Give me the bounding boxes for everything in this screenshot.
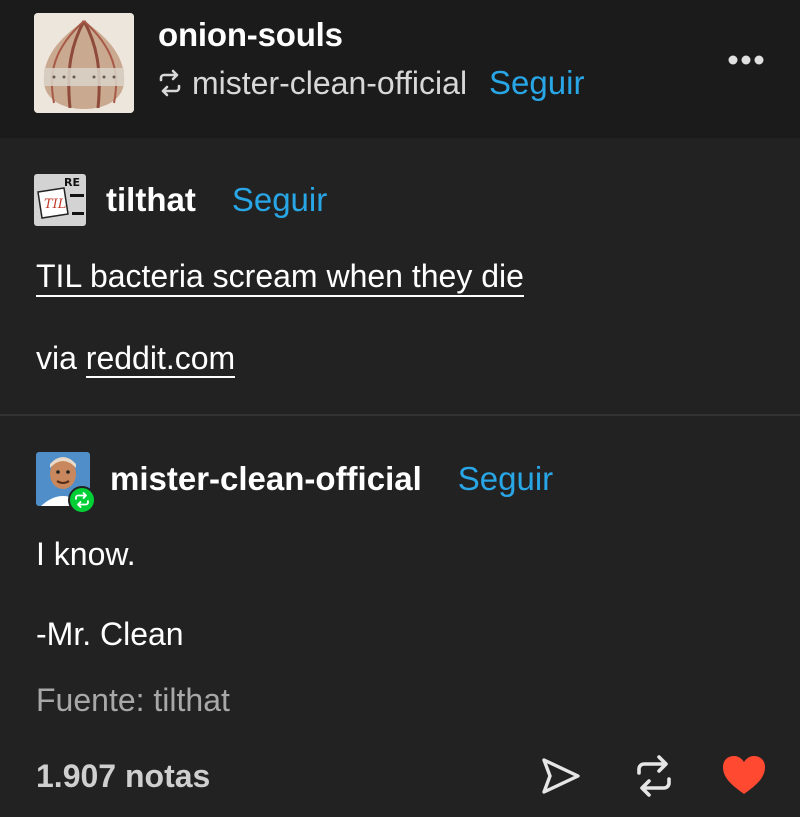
notes-count[interactable]: 1.907 notas [36, 756, 210, 796]
reblogger-name[interactable]: onion-souls [158, 16, 343, 54]
reblog-author-name[interactable]: mister-clean-official [110, 460, 422, 498]
reblog-text-line-1: I know. [36, 536, 136, 572]
via-line: via reddit.com [36, 340, 236, 378]
reblog-text-line-2: -Mr. Clean [36, 616, 184, 652]
follow-button[interactable]: Seguir [232, 181, 327, 219]
svg-text:RE: RE [64, 176, 80, 189]
reblogged-from-line: mister-clean-official Seguir [156, 62, 584, 104]
reblog-author-row: mister-clean-official Seguir [36, 452, 553, 514]
reblog-icon[interactable] [630, 752, 678, 800]
reblog-badge-icon [68, 486, 96, 514]
source-attribution[interactable]: Fuente: tilthat [36, 682, 230, 718]
post-header: onion-souls mister-clean-official Seguir [0, 0, 800, 138]
original-author-name[interactable]: tilthat [106, 181, 196, 219]
onion-avatar[interactable] [34, 13, 134, 113]
mister-clean-avatar[interactable] [36, 452, 96, 514]
tilthat-avatar[interactable]: TIL RE [34, 174, 86, 226]
post-divider [0, 414, 800, 416]
via-prefix: via [36, 340, 86, 376]
original-post-author-row: TIL RE tilthat Seguir [34, 174, 327, 226]
heart-icon[interactable] [720, 752, 768, 800]
svg-text:TIL: TIL [44, 197, 66, 212]
source-link[interactable]: reddit.com [85, 340, 236, 378]
more-dots-icon[interactable] [726, 52, 766, 68]
post-title-link[interactable]: TIL bacteria scream when they die [36, 258, 524, 297]
share-icon[interactable] [536, 752, 584, 800]
reblogged-from-name[interactable]: mister-clean-official [192, 65, 467, 102]
follow-button[interactable]: Seguir [489, 64, 584, 102]
reblog-small-icon [159, 69, 181, 97]
follow-button[interactable]: Seguir [458, 460, 553, 498]
